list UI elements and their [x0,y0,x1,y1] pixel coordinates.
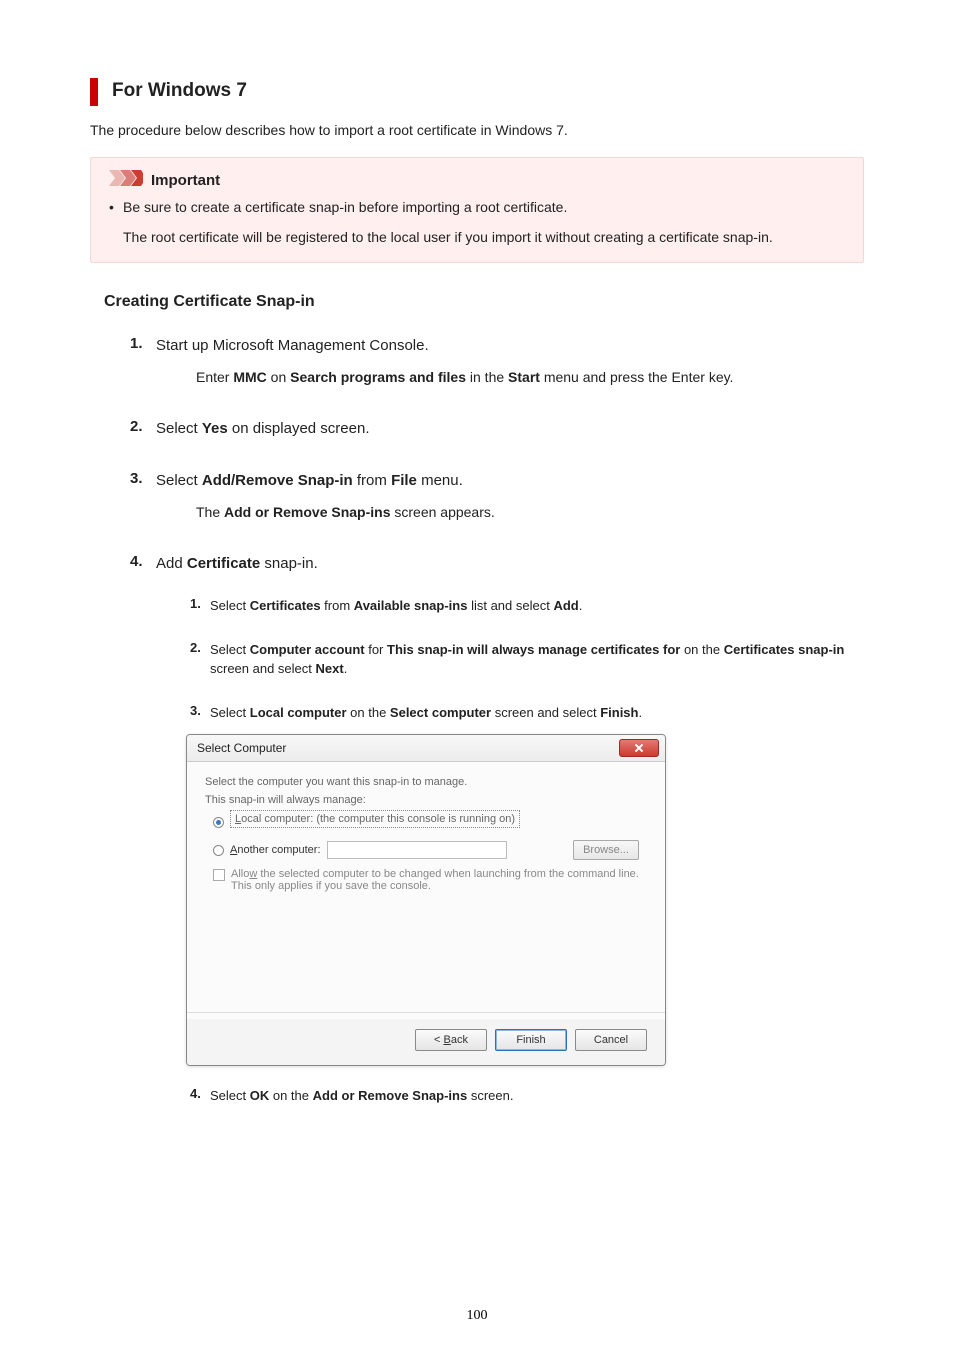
cancel-button[interactable]: Cancel [575,1029,647,1051]
important-bullet: Be sure to create a certificate snap-in … [123,197,567,219]
dialog-subinstruction: This snap-in will always manage: [205,794,647,806]
red-accent-bar [90,78,98,106]
substep-number: 2. [190,640,210,679]
radio-local-computer[interactable] [213,817,224,828]
dialog-title: Select Computer [197,741,286,755]
substep-number: 4. [190,1086,210,1106]
step-4-text: Add Certificate snap-in. [156,553,318,575]
radio-another-computer[interactable] [213,845,224,856]
page-title: For Windows 7 [112,80,247,101]
substep-number: 1. [190,596,210,616]
step-2-text: Select Yes on displayed screen. [156,418,370,440]
allow-change-checkbox[interactable] [213,869,225,881]
bullet-dot: • [109,197,123,219]
substep-2: Select Computer account for This snap-in… [210,640,864,679]
finish-button[interactable]: Finish [495,1029,567,1051]
important-subtext: The root certificate will be registered … [109,227,845,249]
radio-another-label: Another computer: [230,844,321,856]
browse-button[interactable]: Browse... [573,840,639,860]
important-box: Important • Be sure to create a certific… [90,157,864,263]
step-number: 4. [130,553,156,575]
radio-local-label: Local computer: (the computer this conso… [230,810,520,828]
intro-text: The procedure below describes how to imp… [90,120,864,141]
important-icon [109,170,143,191]
substep-number: 3. [190,703,210,723]
close-icon[interactable] [619,739,659,757]
step-number: 2. [130,418,156,440]
page-number: 100 [467,1308,488,1324]
dialog-instruction: Select the computer you want this snap-i… [205,776,647,788]
step-3-sub: The Add or Remove Snap-ins screen appear… [196,504,495,520]
substep-4: Select OK on the Add or Remove Snap-ins … [210,1086,513,1106]
step-1-sub: Enter MMC on Search programs and files i… [196,369,733,385]
important-heading: Important [151,172,220,189]
step-1-title: Start up Microsoft Management Console. [156,335,429,357]
step-3-text: Select Add/Remove Snap-in from File menu… [156,470,463,492]
section-title: Creating Certificate Snap-in [104,293,864,311]
allow-change-label: Allow the selected computer to be change… [231,868,639,892]
step-number: 1. [130,335,156,357]
step-number: 3. [130,470,156,492]
substep-3: Select Local computer on the Select comp… [210,703,642,723]
another-computer-input [327,841,507,859]
back-button[interactable]: < Back [415,1029,487,1051]
substep-1: Select Certificates from Available snap-… [210,596,582,616]
select-computer-dialog: Select Computer Select the computer you … [186,734,666,1066]
